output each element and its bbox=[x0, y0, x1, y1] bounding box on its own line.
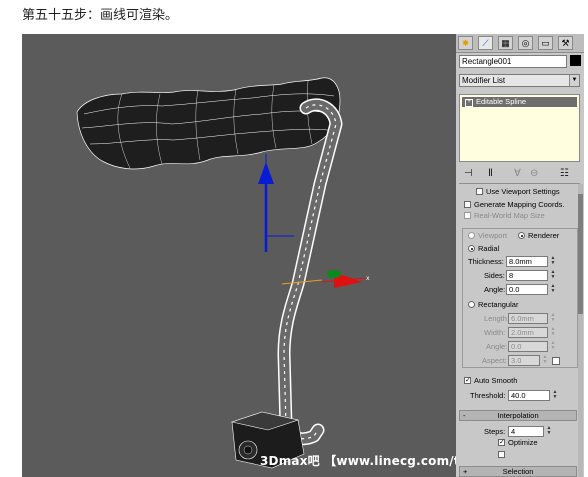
rect-angle-input[interactable]: 0.0 bbox=[508, 341, 548, 352]
sides-label: Sides: bbox=[484, 271, 505, 280]
remove-modifier-icon[interactable]: ⊖ bbox=[530, 168, 538, 179]
aspect-input[interactable]: 3.0 bbox=[508, 355, 540, 366]
adaptive-checkbox[interactable] bbox=[498, 451, 505, 458]
renderer-radio[interactable] bbox=[518, 232, 525, 239]
lock-aspect-icon[interactable] bbox=[552, 357, 560, 365]
width-label: Width: bbox=[484, 328, 506, 337]
rectangular-label: Rectangular bbox=[478, 300, 519, 309]
threshold-input[interactable]: 40.0 bbox=[508, 390, 550, 401]
make-unique-icon[interactable]: ∀ bbox=[514, 168, 521, 179]
svg-text:x: x bbox=[366, 275, 370, 282]
modify-tab[interactable]: ⟋ bbox=[478, 36, 493, 50]
width-spinner[interactable]: ▲ ▼ bbox=[550, 327, 556, 338]
thickness-input[interactable]: 8.0mm bbox=[506, 256, 548, 267]
radial-label: Radial bbox=[478, 244, 500, 253]
stack-item-label: Editable Spline bbox=[476, 97, 527, 106]
aspect-spinner[interactable]: ▲ ▼ bbox=[542, 355, 548, 366]
rectangular-radio[interactable] bbox=[468, 301, 475, 308]
sides-spinner[interactable]: ▲ ▼ bbox=[550, 270, 556, 281]
chevron-down-icon: ▼ bbox=[569, 75, 579, 86]
hammer-icon: ⚒ bbox=[561, 37, 570, 48]
utilities-tab[interactable]: ⚒ bbox=[558, 36, 573, 50]
selection-rollout[interactable]: + Selection bbox=[459, 466, 577, 477]
real-world-map-label: Real-World Map Size bbox=[474, 211, 545, 220]
expand-icon: + bbox=[465, 99, 473, 107]
rect-angle-spinner[interactable]: ▲ ▼ bbox=[550, 341, 556, 352]
z-axis-arrow bbox=[258, 162, 274, 184]
interpolation-title: Interpolation bbox=[497, 411, 539, 420]
renderer-radio-label: Renderer bbox=[528, 231, 560, 240]
pin-stack-icon[interactable]: ⊣ bbox=[464, 168, 473, 179]
create-tab[interactable]: ✸ bbox=[458, 36, 473, 50]
steps-input[interactable]: 4 bbox=[508, 426, 544, 437]
collapse-icon: + bbox=[463, 467, 468, 476]
interpolation-rollout[interactable]: - Interpolation bbox=[459, 410, 577, 421]
optimize-label: Optimize bbox=[508, 438, 538, 447]
curve-icon: ⟋ bbox=[482, 37, 489, 48]
display-tab[interactable]: ▭ bbox=[538, 36, 553, 50]
viewport-radio-label: Viewport bbox=[478, 231, 508, 240]
use-viewport-settings-label: Use Viewport Settings bbox=[486, 187, 560, 196]
viewport-radio[interactable] bbox=[468, 232, 475, 239]
configure-sets-icon[interactable]: ☷ bbox=[560, 168, 569, 179]
collapse-icon: - bbox=[463, 411, 466, 420]
steps-spinner[interactable]: ▲ ▼ bbox=[546, 426, 552, 437]
command-tabs: ✸ ⟋ ▦ ◎ ▭ ⚒ bbox=[456, 34, 584, 53]
angle-label: Angle: bbox=[484, 285, 506, 294]
generate-mapping-checkbox[interactable] bbox=[464, 201, 471, 208]
app-screenshot: x 3Dmax吧 【www.linecg.com/tieba/1771】 ✸ ⟋… bbox=[22, 34, 584, 477]
motion-icon: ◎ bbox=[521, 37, 530, 48]
handle-grip-model bbox=[76, 77, 341, 170]
aspect-label: Aspect: bbox=[482, 356, 508, 365]
object-color-swatch[interactable] bbox=[570, 55, 581, 66]
object-name-field[interactable]: Rectangle001 bbox=[459, 55, 567, 68]
display-icon: ▭ bbox=[541, 37, 550, 48]
length-spinner[interactable]: ▲ ▼ bbox=[550, 313, 556, 324]
viewport-scene: x bbox=[76, 77, 370, 469]
hierarchy-tab[interactable]: ▦ bbox=[498, 36, 513, 50]
real-world-map-checkbox[interactable] bbox=[464, 212, 471, 219]
thickness-spinner[interactable]: ▲ ▼ bbox=[550, 256, 556, 267]
angle-input[interactable]: 0.0 bbox=[506, 284, 548, 295]
selection-title: Selection bbox=[502, 467, 534, 476]
sides-input[interactable]: 8 bbox=[506, 270, 548, 281]
threshold-label: Threshold: bbox=[470, 391, 506, 400]
command-panel: ✸ ⟋ ▦ ◎ ▭ ⚒ Rectangle001 Modifier List ▼… bbox=[456, 34, 584, 477]
steps-label: Steps: bbox=[484, 427, 506, 436]
y-axis-gizmo bbox=[327, 270, 341, 278]
motion-tab[interactable]: ◎ bbox=[518, 36, 533, 50]
panel-scrollbar-thumb[interactable] bbox=[578, 194, 583, 314]
generate-mapping-label: Generate Mapping Coords. bbox=[474, 200, 565, 209]
thickness-label: Thickness: bbox=[468, 257, 504, 266]
optimize-checkbox[interactable]: ✓ bbox=[498, 439, 505, 446]
auto-smooth-checkbox[interactable]: ✓ bbox=[464, 377, 471, 384]
radial-radio[interactable] bbox=[468, 245, 475, 252]
stack-toolbar: ⊣ Ⅱ ∀ ⊖ ☷ bbox=[456, 166, 584, 182]
threshold-spinner[interactable]: ▲ ▼ bbox=[552, 390, 558, 401]
hierarchy-icon: ▦ bbox=[501, 37, 510, 48]
angle-spinner[interactable]: ▲ ▼ bbox=[550, 284, 556, 295]
use-viewport-settings-checkbox[interactable] bbox=[476, 188, 483, 195]
sun-icon: ✸ bbox=[461, 37, 470, 48]
modifier-list-dropdown[interactable]: Modifier List ▼ bbox=[459, 74, 580, 87]
stack-item-editable-spline[interactable]: + Editable Spline bbox=[462, 97, 577, 107]
perspective-viewport[interactable]: x 3Dmax吧 【www.linecg.com/tieba/1771】 bbox=[22, 34, 540, 477]
divider bbox=[459, 183, 580, 184]
length-input[interactable]: 6.0mm bbox=[508, 313, 548, 324]
auto-smooth-label: Auto Smooth bbox=[474, 376, 518, 385]
width-input[interactable]: 2.0mm bbox=[508, 327, 548, 338]
modifier-list-label: Modifier List bbox=[462, 76, 506, 85]
length-label: Length: bbox=[484, 314, 510, 323]
modifier-stack[interactable]: + Editable Spline bbox=[459, 94, 580, 162]
step-caption: 第五十五步：画线可渲染。 bbox=[22, 8, 179, 23]
rect-angle-label: Angle: bbox=[486, 342, 508, 351]
show-end-result-icon[interactable]: Ⅱ bbox=[488, 168, 493, 179]
